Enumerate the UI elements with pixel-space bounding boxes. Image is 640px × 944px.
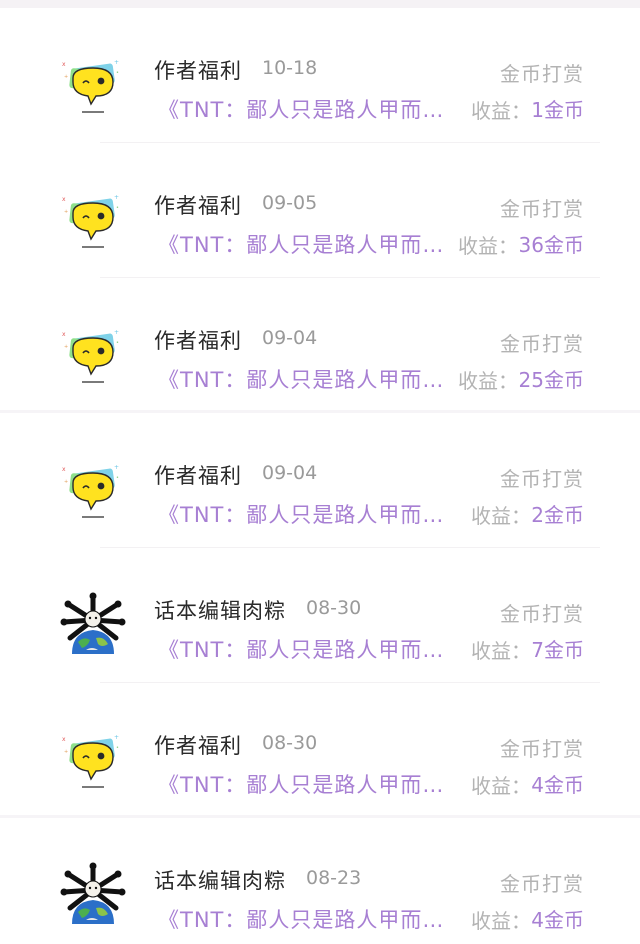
reward-type: 金币打赏 <box>500 872 584 896</box>
reward-list: x + + • 作者福利 10-18 金币打赏 《TNT：鄙人只是路人甲而已》 收益：… <box>0 8 640 944</box>
income-value: 25金币 <box>518 368 584 392</box>
income-value: 4金币 <box>531 773 584 797</box>
editor-avatar[interactable] <box>58 592 128 662</box>
svg-text:x: x <box>62 61 66 68</box>
svg-text:+: + <box>114 734 119 741</box>
record-date: 10-18 <box>262 57 318 79</box>
svg-text:•: • <box>116 70 119 76</box>
record-date: 08-30 <box>306 597 362 619</box>
svg-text:•: • <box>116 205 119 211</box>
income-label: 收益： <box>458 369 518 393</box>
sender-name: 作者福利 <box>154 59 242 83</box>
svg-text:+: + <box>64 344 68 350</box>
list-item[interactable]: 话本编辑肉粽 08-23 金币打赏 《TNT：鄙人只是路人甲而已》 收益： 4金… <box>0 818 640 944</box>
list-item[interactable]: x + + • 作者福利 09-05 金币打赏 《TNT：鄙人只是路人甲而… 收益： … <box>0 143 640 278</box>
record-date: 08-23 <box>306 867 362 889</box>
svg-text:+: + <box>64 749 68 755</box>
book-title-link[interactable]: 《TNT：鄙人只是路人甲而… <box>158 364 448 394</box>
book-title-link[interactable]: 《TNT：鄙人只是路人甲而… <box>158 229 448 259</box>
svg-text:x: x <box>62 331 66 338</box>
book-title-link[interactable]: 《TNT：鄙人只是路人甲而已》 <box>158 499 458 529</box>
book-title-link[interactable]: 《TNT：鄙人只是路人甲而已》 <box>158 904 458 934</box>
svg-text:•: • <box>116 340 119 346</box>
record-date: 09-05 <box>262 192 318 214</box>
income-label: 收益： <box>471 774 531 798</box>
svg-text:+: + <box>114 464 119 471</box>
income-value: 2金币 <box>531 503 584 527</box>
record-date: 08-30 <box>262 732 318 754</box>
svg-text:•: • <box>116 475 119 481</box>
reward-type: 金币打赏 <box>500 467 584 491</box>
svg-text:+: + <box>114 59 119 66</box>
top-bar <box>0 0 640 8</box>
speech-bubble-icon: x + + • <box>62 329 119 383</box>
reward-type: 金币打赏 <box>500 737 584 761</box>
list-item[interactable]: 话本编辑肉粽 08-30 金币打赏 《TNT：鄙人只是路人甲而已》 收益： 7金… <box>0 548 640 683</box>
reward-type: 金币打赏 <box>500 62 584 86</box>
income-label: 收益： <box>471 99 531 123</box>
income-label: 收益： <box>471 504 531 528</box>
record-date: 09-04 <box>262 462 318 484</box>
author-welfare-avatar[interactable]: x + + • <box>58 457 128 527</box>
speech-bubble-icon: x + + • <box>62 194 119 248</box>
svg-text:•: • <box>116 745 119 751</box>
reward-type: 金币打赏 <box>500 197 584 221</box>
svg-text:+: + <box>114 194 119 201</box>
reward-type: 金币打赏 <box>500 602 584 626</box>
income-value: 36金币 <box>518 233 584 257</box>
book-title-link[interactable]: 《TNT：鄙人只是路人甲而已》 <box>158 634 458 664</box>
list-item[interactable]: x + + • 作者福利 08-30 金币打赏 《TNT：鄙人只是路人甲而已》 收益：… <box>0 683 640 818</box>
list-item[interactable]: x + + • 作者福利 09-04 金币打赏 《TNT：鄙人只是路人甲而… 收益： … <box>0 278 640 413</box>
sender-name: 话本编辑肉粽 <box>154 599 286 623</box>
sender-name: 作者福利 <box>154 734 242 758</box>
record-date: 09-04 <box>262 327 318 349</box>
svg-text:x: x <box>62 466 66 473</box>
svg-text:+: + <box>64 209 68 215</box>
globe-meme-icon <box>60 592 126 654</box>
speech-bubble-icon: x + + • <box>62 464 119 518</box>
svg-text:+: + <box>64 479 68 485</box>
globe-meme-icon <box>60 862 126 924</box>
sender-name: 话本编辑肉粽 <box>154 869 286 893</box>
income-value: 4金币 <box>531 908 584 932</box>
sender-name: 作者福利 <box>154 464 242 488</box>
svg-text:+: + <box>64 74 68 80</box>
author-welfare-avatar[interactable]: x + + • <box>58 322 128 392</box>
sender-name: 作者福利 <box>154 329 242 353</box>
list-item[interactable]: x + + • 作者福利 09-04 金币打赏 《TNT：鄙人只是路人甲而已》 收益：… <box>0 413 640 548</box>
author-welfare-avatar[interactable]: x + + • <box>58 727 128 797</box>
income-label: 收益： <box>458 234 518 258</box>
reward-type: 金币打赏 <box>500 332 584 356</box>
speech-bubble-icon: x + + • <box>62 59 119 113</box>
svg-text:x: x <box>62 196 66 203</box>
income-label: 收益： <box>471 909 531 933</box>
income-value: 1金币 <box>531 98 584 122</box>
sender-name: 作者福利 <box>154 194 242 218</box>
svg-text:+: + <box>114 329 119 336</box>
income-value: 7金币 <box>531 638 584 662</box>
svg-text:x: x <box>62 736 66 743</box>
editor-avatar[interactable] <box>58 862 128 932</box>
book-title-link[interactable]: 《TNT：鄙人只是路人甲而已》 <box>158 94 458 124</box>
author-welfare-avatar[interactable]: x + + • <box>58 52 128 122</box>
income-label: 收益： <box>471 639 531 663</box>
speech-bubble-icon: x + + • <box>62 734 119 788</box>
author-welfare-avatar[interactable]: x + + • <box>58 187 128 257</box>
list-item[interactable]: x + + • 作者福利 10-18 金币打赏 《TNT：鄙人只是路人甲而已》 收益：… <box>0 8 640 143</box>
book-title-link[interactable]: 《TNT：鄙人只是路人甲而已》 <box>158 769 458 799</box>
